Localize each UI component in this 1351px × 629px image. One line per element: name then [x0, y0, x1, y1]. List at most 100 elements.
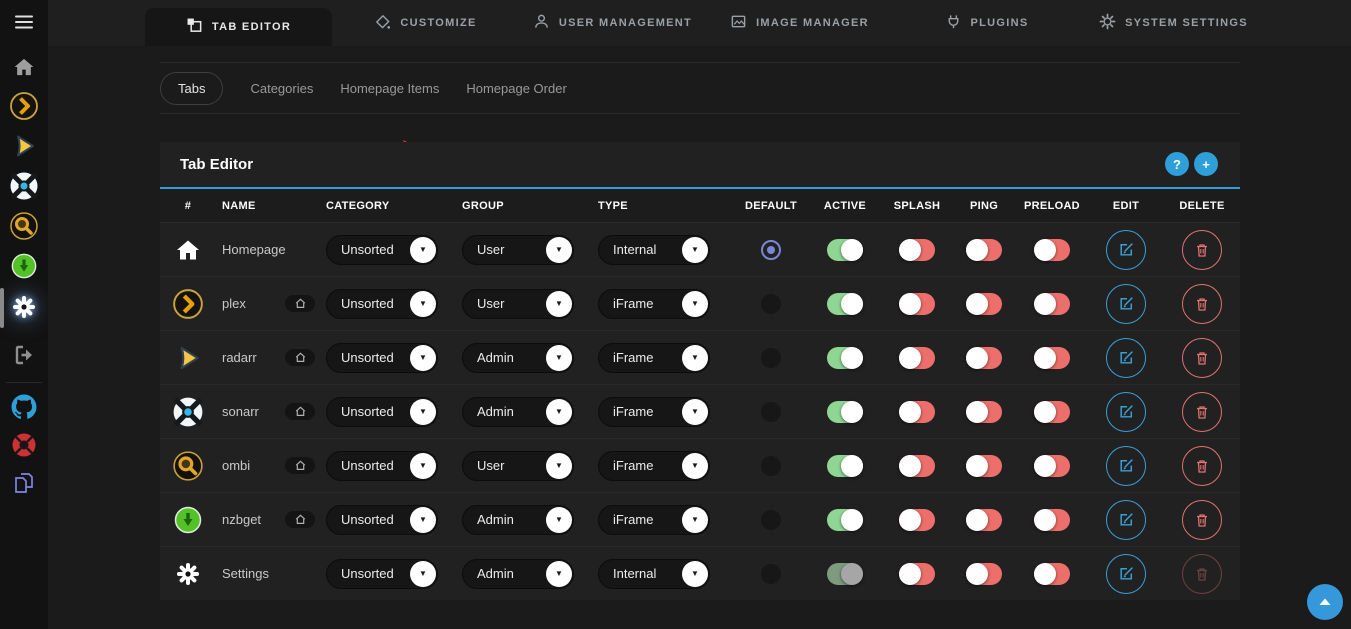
active-toggle[interactable]	[827, 347, 863, 369]
group-select[interactable]: User▼	[462, 235, 574, 265]
default-radio[interactable]	[761, 294, 781, 314]
delete-button[interactable]	[1182, 554, 1222, 594]
ping-toggle[interactable]	[966, 347, 1002, 369]
category-select[interactable]: Unsorted▼	[326, 505, 438, 535]
type-select[interactable]: iFrame▼	[598, 289, 710, 319]
edit-button[interactable]	[1106, 446, 1146, 486]
type-select[interactable]: iFrame▼	[598, 397, 710, 427]
nav-tab-system-settings[interactable]: SYSTEM SETTINGS	[1080, 0, 1267, 46]
delete-button[interactable]	[1182, 392, 1222, 432]
ping-toggle[interactable]	[966, 401, 1002, 423]
ombi-icon[interactable]	[0, 209, 48, 243]
preload-toggle[interactable]	[1034, 347, 1070, 369]
category-select[interactable]: Unsorted▼	[326, 235, 438, 265]
splash-toggle[interactable]	[899, 401, 935, 423]
plex-icon[interactable]	[0, 89, 48, 123]
category-select[interactable]: Unsorted▼	[326, 451, 438, 481]
edit-button[interactable]	[1106, 284, 1146, 324]
settings-gear-icon[interactable]	[0, 290, 48, 324]
active-toggle[interactable]	[827, 509, 863, 531]
edit-button[interactable]	[1106, 230, 1146, 270]
subnav-homepage-order[interactable]: Homepage Order	[466, 81, 566, 96]
ping-toggle[interactable]	[966, 563, 1002, 585]
type-select[interactable]: Internal▼	[598, 559, 710, 589]
edit-button[interactable]	[1106, 554, 1146, 594]
subnav-tabs[interactable]: Tabs	[160, 72, 223, 105]
nzbget-icon[interactable]	[0, 249, 48, 283]
preload-toggle[interactable]	[1034, 293, 1070, 315]
preload-toggle[interactable]	[1034, 509, 1070, 531]
type-select[interactable]: iFrame▼	[598, 451, 710, 481]
sonarr-icon[interactable]	[0, 169, 48, 203]
edit-button[interactable]	[1106, 338, 1146, 378]
preload-toggle[interactable]	[1034, 401, 1070, 423]
nav-tab-label: CUSTOMIZE	[400, 17, 476, 29]
logout-icon[interactable]	[0, 338, 48, 372]
nav-tab-plugins[interactable]: PLUGINS	[893, 0, 1080, 46]
delete-button[interactable]	[1182, 230, 1222, 270]
group-select[interactable]: Admin▼	[462, 343, 574, 373]
ping-toggle[interactable]	[966, 239, 1002, 261]
nav-tab-image-manager[interactable]: IMAGE MANAGER	[706, 0, 893, 46]
sidebar-scrollbar[interactable]	[0, 288, 4, 328]
splash-toggle[interactable]	[899, 455, 935, 477]
splash-toggle[interactable]	[899, 509, 935, 531]
group-select[interactable]: Admin▼	[462, 559, 574, 589]
subnav-categories[interactable]: Categories	[250, 81, 313, 96]
edit-button[interactable]	[1106, 392, 1146, 432]
column-header: DELETE	[1164, 200, 1240, 212]
default-radio[interactable]	[761, 240, 781, 260]
type-select[interactable]: Internal▼	[598, 235, 710, 265]
default-radio[interactable]	[761, 402, 781, 422]
docs-icon[interactable]	[0, 466, 48, 500]
splash-toggle[interactable]	[899, 293, 935, 315]
preload-toggle[interactable]	[1034, 563, 1070, 585]
caret-down-icon: ▼	[682, 237, 708, 263]
radarr-icon[interactable]	[0, 129, 48, 163]
ping-toggle[interactable]	[966, 455, 1002, 477]
preload-toggle[interactable]	[1034, 455, 1070, 477]
default-radio[interactable]	[761, 348, 781, 368]
help-button[interactable]: ?	[1165, 152, 1189, 176]
category-select[interactable]: Unsorted▼	[326, 397, 438, 427]
splash-toggle[interactable]	[899, 239, 935, 261]
edit-button[interactable]	[1106, 500, 1146, 540]
active-toggle[interactable]	[827, 563, 863, 585]
group-select[interactable]: Admin▼	[462, 505, 574, 535]
default-radio[interactable]	[761, 510, 781, 530]
category-select[interactable]: Unsorted▼	[326, 289, 438, 319]
type-select[interactable]: iFrame▼	[598, 505, 710, 535]
active-toggle[interactable]	[827, 239, 863, 261]
delete-button[interactable]	[1182, 500, 1222, 540]
group-select[interactable]: Admin▼	[462, 397, 574, 427]
nav-tab-customize[interactable]: CUSTOMIZE	[332, 0, 519, 46]
active-toggle[interactable]	[827, 401, 863, 423]
active-toggle[interactable]	[827, 293, 863, 315]
scroll-top-button[interactable]	[1307, 584, 1343, 620]
splash-toggle[interactable]	[899, 347, 935, 369]
group-select[interactable]: User▼	[462, 289, 574, 319]
ping-toggle[interactable]	[966, 509, 1002, 531]
preload-toggle[interactable]	[1034, 239, 1070, 261]
delete-button[interactable]	[1182, 338, 1222, 378]
nav-tab-tab-editor[interactable]: TAB EDITOR	[145, 8, 332, 46]
table-header: # NAME CATEGORY GROUP TYPE DEFAULT ACTIV…	[160, 187, 1240, 222]
splash-toggle[interactable]	[899, 563, 935, 585]
add-tab-button[interactable]: +	[1194, 152, 1218, 176]
default-radio[interactable]	[761, 456, 781, 476]
group-select[interactable]: User▼	[462, 451, 574, 481]
nav-tab-user-management[interactable]: USER MANAGEMENT	[519, 0, 706, 46]
subnav-homepage-items[interactable]: Homepage Items	[340, 81, 439, 96]
menu-icon[interactable]	[0, 5, 48, 39]
category-select[interactable]: Unsorted▼	[326, 343, 438, 373]
delete-button[interactable]	[1182, 446, 1222, 486]
ping-toggle[interactable]	[966, 293, 1002, 315]
type-select[interactable]: iFrame▼	[598, 343, 710, 373]
support-icon[interactable]	[0, 428, 48, 462]
active-toggle[interactable]	[827, 455, 863, 477]
default-radio[interactable]	[761, 564, 781, 584]
home-icon[interactable]	[0, 50, 48, 84]
category-select[interactable]: Unsorted▼	[326, 559, 438, 589]
github-icon[interactable]	[0, 390, 48, 424]
delete-button[interactable]	[1182, 284, 1222, 324]
